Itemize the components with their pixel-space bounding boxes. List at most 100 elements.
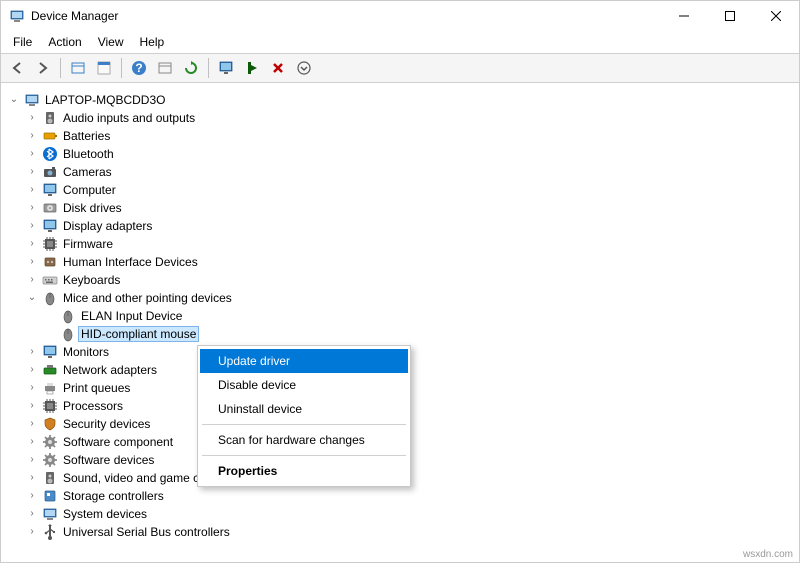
tree-item-displayadapters[interactable]: ›Display adapters [5, 217, 795, 235]
display-icon [42, 218, 58, 234]
context-separator [202, 424, 406, 425]
app-icon [9, 8, 25, 24]
tree-root[interactable]: ⌄ LAPTOP-MQBCDD3O [5, 91, 795, 109]
expander-icon[interactable]: › [25, 346, 39, 357]
tree-item-firmware[interactable]: ›Firmware [5, 235, 795, 253]
network-icon [42, 362, 58, 378]
tree-item-batteries[interactable]: ›Batteries [5, 127, 795, 145]
close-button[interactable] [753, 1, 799, 31]
expander-icon[interactable]: › [25, 274, 39, 285]
chip-icon [42, 236, 58, 252]
expander-icon[interactable]: › [25, 436, 39, 447]
expander-icon[interactable]: › [25, 256, 39, 267]
toolbar-back-button[interactable] [5, 56, 29, 80]
watermark: wsxdn.com [741, 549, 795, 560]
battery-icon [42, 128, 58, 144]
tree-item-mice[interactable]: ⌄Mice and other pointing devices [5, 289, 795, 307]
window-title: Device Manager [31, 9, 661, 23]
tree-root-label: LAPTOP-MQBCDD3O [43, 93, 167, 107]
storage-icon [42, 488, 58, 504]
gear-icon [42, 434, 58, 450]
toolbar-action-button[interactable] [153, 56, 177, 80]
usb-icon [42, 524, 58, 540]
speaker-icon [42, 110, 58, 126]
mouse-icon [60, 326, 76, 342]
context-properties[interactable]: Properties [200, 459, 408, 483]
cpu-icon [42, 398, 58, 414]
toolbar-uninstall-button[interactable] [266, 56, 290, 80]
expander-icon[interactable]: › [25, 490, 39, 501]
maximize-button[interactable] [707, 1, 753, 31]
computer-icon [42, 506, 58, 522]
expander-icon[interactable]: › [25, 238, 39, 249]
titlebar: Device Manager [1, 1, 799, 31]
toolbar [1, 53, 799, 83]
tree-item-audio[interactable]: ›Audio inputs and outputs [5, 109, 795, 127]
expander-icon[interactable]: › [25, 130, 39, 141]
hid-icon [42, 254, 58, 270]
menu-action[interactable]: Action [40, 33, 89, 51]
tree-item-hid-mouse[interactable]: HID-compliant mouse [5, 325, 795, 343]
expander-icon[interactable]: › [25, 400, 39, 411]
tree-item-systemdevices[interactable]: ›System devices [5, 505, 795, 523]
bluetooth-icon [42, 146, 58, 162]
mouse-icon [42, 290, 58, 306]
expander-icon[interactable]: › [25, 184, 39, 195]
tree-item-keyboards[interactable]: ›Keyboards [5, 271, 795, 289]
context-disable-device[interactable]: Disable device [200, 373, 408, 397]
context-menu: Update driver Disable device Uninstall d… [197, 345, 411, 487]
toolbar-help-button[interactable] [127, 56, 151, 80]
expander-icon[interactable]: › [25, 148, 39, 159]
tree-item-cameras[interactable]: ›Cameras [5, 163, 795, 181]
toolbar-more-button[interactable] [292, 56, 316, 80]
context-separator [202, 455, 406, 456]
tree-item-elan[interactable]: ELAN Input Device [5, 307, 795, 325]
menubar: File Action View Help [1, 31, 799, 53]
toolbar-separator [121, 58, 122, 78]
tree-item-storagecontrollers[interactable]: ›Storage controllers [5, 487, 795, 505]
printer-icon [42, 380, 58, 396]
expander-icon[interactable]: › [25, 364, 39, 375]
tree-item-computer[interactable]: ›Computer [5, 181, 795, 199]
toolbar-show-hidden-button[interactable] [66, 56, 90, 80]
tree-item-usb[interactable]: ›Universal Serial Bus controllers [5, 523, 795, 541]
tree-item-hid[interactable]: ›Human Interface Devices [5, 253, 795, 271]
context-update-driver[interactable]: Update driver [200, 349, 408, 373]
expander-icon[interactable]: › [25, 112, 39, 123]
context-uninstall-device[interactable]: Uninstall device [200, 397, 408, 421]
expander-icon[interactable]: › [25, 472, 39, 483]
minimize-button[interactable] [661, 1, 707, 31]
disk-icon [42, 200, 58, 216]
sound-icon [42, 470, 58, 486]
expander-icon[interactable]: ⌄ [25, 292, 39, 303]
toolbar-separator [60, 58, 61, 78]
toolbar-separator [208, 58, 209, 78]
computer-icon [24, 92, 40, 108]
expander-icon[interactable]: › [25, 220, 39, 231]
menu-help[interactable]: Help [132, 33, 173, 51]
tree-item-bluetooth[interactable]: ›Bluetooth [5, 145, 795, 163]
keyboard-icon [42, 272, 58, 288]
expander-icon[interactable]: › [25, 526, 39, 537]
computer-icon [42, 182, 58, 198]
menu-view[interactable]: View [90, 33, 132, 51]
toolbar-forward-button[interactable] [31, 56, 55, 80]
mouse-icon [60, 308, 76, 324]
toolbar-properties-button[interactable] [92, 56, 116, 80]
expander-icon[interactable]: › [25, 202, 39, 213]
toolbar-disable-button[interactable] [240, 56, 264, 80]
expander-icon[interactable]: › [25, 454, 39, 465]
context-scan-hardware[interactable]: Scan for hardware changes [200, 428, 408, 452]
toolbar-scan-button[interactable] [179, 56, 203, 80]
expander-icon[interactable]: › [25, 166, 39, 177]
expander-icon[interactable]: ⌄ [7, 94, 21, 105]
toolbar-update-driver-button[interactable] [214, 56, 238, 80]
expander-icon[interactable]: › [25, 418, 39, 429]
shield-icon [42, 416, 58, 432]
gear-icon [42, 452, 58, 468]
menu-file[interactable]: File [5, 33, 40, 51]
tree-item-diskdrives[interactable]: ›Disk drives [5, 199, 795, 217]
monitor-icon [42, 344, 58, 360]
expander-icon[interactable]: › [25, 508, 39, 519]
expander-icon[interactable]: › [25, 382, 39, 393]
